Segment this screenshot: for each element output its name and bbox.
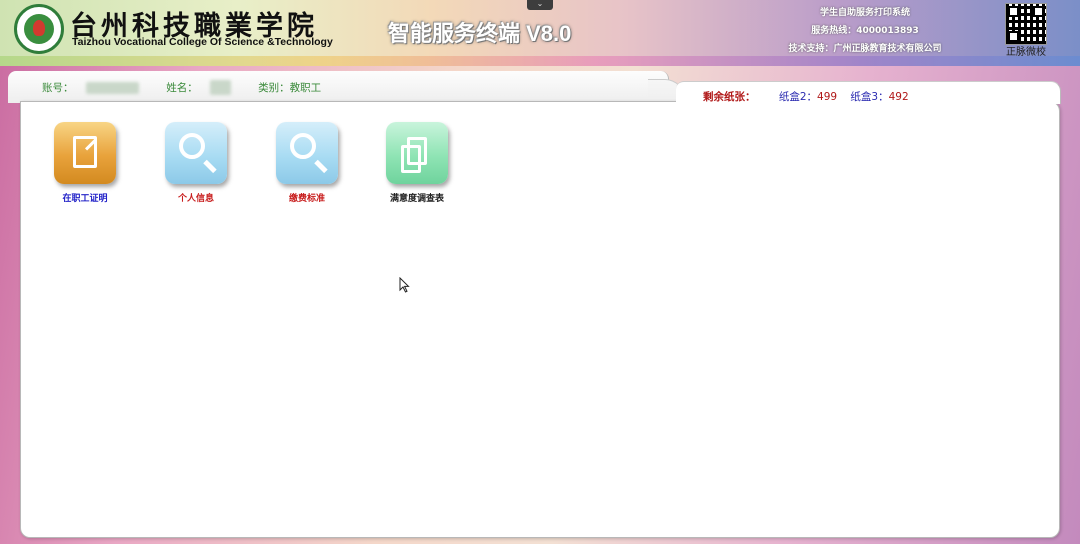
tile-satisfaction-survey[interactable]: 满意度调查表 — [372, 122, 462, 204]
tile-personal-info[interactable]: 个人信息 — [151, 122, 241, 204]
magnifier-icon — [165, 122, 227, 184]
magnifier-icon — [276, 122, 338, 184]
collapse-toggle-button[interactable]: ⌄ — [527, 0, 553, 10]
main-panel: 账号：20210120 姓名：某某 类别：教职工 剩余纸张： 纸盒2：499 纸… — [8, 71, 1061, 538]
paper-status: 剩余纸张： 纸盒2：499 纸盒3：492 — [703, 89, 919, 104]
college-logo-icon — [14, 4, 64, 54]
name-value: 某某 — [209, 80, 231, 95]
paper-box2-label: 纸盒2： — [778, 91, 818, 103]
name-label: 姓名：某某 — [166, 80, 243, 95]
paper-box2-count: 499 — [817, 91, 838, 103]
service-hotline: 服务热线：4000013893 — [811, 26, 919, 36]
tile-fee-standard[interactable]: 缴费标准 — [262, 122, 352, 204]
category-label: 类别：教职工 — [258, 82, 322, 94]
tech-support: 技术支持：广州正脉教育技术有限公司 — [788, 44, 942, 54]
pages-icon — [386, 122, 448, 184]
college-name-en: Taizhou Vocational College Of Science &T… — [72, 36, 333, 48]
terminal-title: 智能服务终端 V8.0 — [388, 21, 572, 46]
user-info-bar: 账号：20210120 姓名：某某 类别：教职工 — [8, 71, 669, 103]
tile-label: 满意度调查表 — [389, 194, 444, 204]
qr-code-icon — [1005, 3, 1047, 45]
document-edit-icon — [54, 122, 116, 184]
account-value: 20210120 — [85, 82, 139, 94]
paper-box3-count: 492 — [888, 91, 909, 103]
paper-box3-label: 纸盒3： — [850, 91, 889, 103]
account-label: 账号：20210120 — [42, 82, 151, 94]
qr-caption: 正脉微校 — [1006, 47, 1046, 58]
paper-remaining-label: 剩余纸张： — [703, 91, 756, 103]
chevron-down-icon: ⌄ — [536, 0, 544, 8]
system-name: 学生自助服务打印系统 — [819, 8, 910, 18]
tile-label: 个人信息 — [177, 194, 214, 204]
header-contact-info: 学生自助服务打印系统 服务热线：4000013893 技术支持：广州正脉教育技术… — [760, 4, 970, 58]
tile-label: 缴费标准 — [288, 194, 325, 204]
tile-employment-certificate[interactable]: 在职工证明 — [40, 122, 130, 204]
header-banner: 台州科技職業学院 Taizhou Vocational College Of S… — [0, 0, 1080, 66]
tile-label: 在职工证明 — [62, 194, 108, 204]
mouse-cursor-icon — [399, 277, 410, 293]
